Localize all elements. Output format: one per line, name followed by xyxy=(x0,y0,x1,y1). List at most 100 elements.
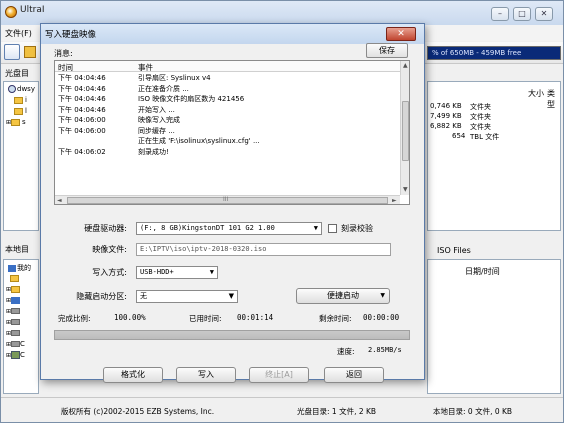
folder-icon xyxy=(14,96,23,104)
image-file-field[interactable]: E:\IPTV\iso\iptv-2018-0320.iso xyxy=(136,243,391,256)
cd-directory-tree[interactable]: dwsy i l ⊞ s xyxy=(3,81,39,231)
scroll-up-icon[interactable]: ▲ xyxy=(403,62,408,69)
local-directory-status: 本地目录: 0 文件, 0 KB xyxy=(433,407,513,416)
column-header-event[interactable]: 事件 xyxy=(138,62,153,73)
local-directory-tree[interactable]: 我的 ⊞ ⊞ ⊞ ⊞ ⊞ ⊞ C ⊞ C xyxy=(3,259,39,394)
scroll-left-icon[interactable]: ◄ xyxy=(57,197,62,204)
tree-node[interactable]: ⊞ xyxy=(6,329,21,337)
chevron-down-icon: ▼ xyxy=(313,224,318,232)
tree-node[interactable]: l xyxy=(14,107,27,115)
drive-icon xyxy=(11,330,21,336)
column-header-time[interactable]: 时间 xyxy=(58,62,73,73)
log-row[interactable]: 下午 04:06:00 映像写入完成 xyxy=(55,115,400,126)
desktop-icon xyxy=(11,296,21,304)
speed-value: 2.85MB/s xyxy=(368,346,402,354)
tree-node[interactable]: ⊞ xyxy=(6,307,21,315)
progress-bar xyxy=(54,330,410,340)
menu-file[interactable]: 文件(F) xyxy=(5,28,32,39)
log-row[interactable]: 下午 04:06:00 同步缓存 ... xyxy=(55,126,400,137)
tree-node[interactable]: ⊞ xyxy=(6,318,21,326)
close-icon: ✕ xyxy=(397,29,405,39)
maximize-icon[interactable]: □ xyxy=(513,7,531,21)
tree-node[interactable]: ⊞ C xyxy=(6,351,25,359)
dialog-close-button[interactable]: ✕ xyxy=(386,27,416,41)
log-row[interactable]: 下午 04:04:46 开始写入 ... xyxy=(55,105,400,116)
log-rows: 下午 04:04:46 引导扇区: Syslinux v4 下午 04:04:46… xyxy=(55,73,400,157)
write-button[interactable]: 写入 xyxy=(176,367,236,383)
quick-boot-button[interactable]: 便捷启动 ▼ xyxy=(296,288,390,304)
local-directory-label: 本地目 xyxy=(5,245,29,254)
scroll-thumb[interactable]: III xyxy=(67,196,388,204)
log-row[interactable]: 下午 04:04:46 引导扇区: Syslinux v4 xyxy=(55,73,400,84)
cd-disc-icon xyxy=(8,85,16,93)
drive-icon xyxy=(11,319,21,325)
folder-icon xyxy=(10,274,19,282)
capacity-bar: % of 650MB - 459MB free xyxy=(427,46,561,60)
folder-icon xyxy=(11,118,21,126)
remaining-label: 剩余时间: xyxy=(319,314,352,323)
completion-label: 完成比例: xyxy=(58,314,91,323)
tree-node[interactable] xyxy=(10,274,21,282)
dialog-titlebar[interactable]: 写入硬盘映像 ✕ xyxy=(41,24,424,44)
hidden-partition-select[interactable]: 无 ▼ xyxy=(136,290,238,303)
image-file-label: 映像文件: xyxy=(92,245,127,254)
chevron-down-icon: ▼ xyxy=(380,292,385,299)
log-row[interactable]: 下午 04:04:46 正在准备介质 ... xyxy=(55,84,400,95)
message-log[interactable]: 时间 事件 下午 04:04:46 引导扇区: Syslinux v4 下午 04… xyxy=(54,60,410,205)
elapsed-label: 已用时间: xyxy=(189,314,222,323)
ultraiso-logo-icon xyxy=(5,6,17,18)
log-horizontal-scrollbar[interactable]: ◄ III ► xyxy=(55,195,400,204)
drive-icon xyxy=(11,308,21,314)
scroll-down-icon[interactable]: ▼ xyxy=(403,186,408,193)
network-drive-icon xyxy=(11,351,21,359)
verify-checkbox[interactable] xyxy=(328,224,337,233)
cd-file-list[interactable]: 大小 类型 0,746 KB 文件夹 7,499 KB 文件夹 6,882 KB 文件… xyxy=(427,81,561,231)
main-window-title: UltraI xyxy=(20,5,45,15)
drive-icon xyxy=(11,341,21,347)
new-file-icon[interactable] xyxy=(4,44,20,60)
stop-button[interactable]: 终止[A] xyxy=(249,367,309,383)
minimize-icon[interactable]: – xyxy=(491,7,509,21)
write-mode-select[interactable]: USB-HDD+ ▼ xyxy=(136,266,218,279)
log-vertical-scrollbar[interactable]: ▲ ▼ xyxy=(400,61,409,195)
cd-directory-label: 光盘目 xyxy=(5,69,29,78)
completion-value: 100.00% xyxy=(114,313,146,322)
log-row[interactable]: 正在生成 'F:\isolinux\syslinux.cfg' ... xyxy=(55,136,400,147)
computer-icon xyxy=(8,264,16,272)
log-header: 时间 事件 xyxy=(55,61,400,72)
local-file-list[interactable]: 日期/时间 xyxy=(427,259,561,394)
column-header-size[interactable]: 大小 xyxy=(528,88,544,99)
main-titlebar: UltraI – □ ✕ xyxy=(1,1,563,25)
format-button[interactable]: 格式化 xyxy=(103,367,163,383)
tree-node[interactable]: ⊞ xyxy=(6,285,22,293)
cd-directory-status: 光盘目录: 1 文件, 2 KB xyxy=(297,407,377,416)
progress-fill xyxy=(55,331,409,339)
open-folder-icon[interactable] xyxy=(24,46,36,58)
chevron-down-icon: ▼ xyxy=(209,268,214,276)
iso-files-label: ISO Files xyxy=(437,246,471,255)
write-disk-image-dialog: 写入硬盘映像 ✕ 消息: 保存 时间 事件 下午 04:04:46 引导扇区: S… xyxy=(40,23,425,383)
save-button[interactable]: 保存 xyxy=(366,43,408,58)
elapsed-value: 00:01:14 xyxy=(237,313,274,322)
tree-node[interactable]: ⊞ xyxy=(6,296,21,304)
column-header-date[interactable]: 日期/时间 xyxy=(465,266,500,277)
tree-node[interactable]: ⊞ C xyxy=(6,340,25,348)
tree-node[interactable]: ⊞ s xyxy=(6,118,26,126)
tree-node-root[interactable]: dwsy xyxy=(8,85,35,93)
chevron-down-icon: ▼ xyxy=(228,292,234,300)
column-header-type[interactable]: 类型 xyxy=(547,88,560,110)
copyright-text: 版权所有 (c)2002-2015 EZB Systems, Inc. xyxy=(61,407,215,416)
back-button[interactable]: 返回 xyxy=(324,367,384,383)
remaining-value: 00:00:00 xyxy=(363,313,400,322)
tree-node-computer[interactable]: 我的 xyxy=(8,263,31,273)
verify-label: 刻录校验 xyxy=(341,224,373,233)
status-bar: 版权所有 (c)2002-2015 EZB Systems, Inc. 光盘目录… xyxy=(1,397,563,422)
scroll-right-icon[interactable]: ► xyxy=(392,197,397,204)
scroll-thumb[interactable] xyxy=(402,101,409,161)
tree-node[interactable]: i xyxy=(14,96,27,104)
close-icon[interactable]: ✕ xyxy=(535,7,553,21)
log-row[interactable]: 下午 04:04:46 ISO 映像文件的扇区数为 421456 xyxy=(55,94,400,105)
write-mode-label: 写入方式: xyxy=(92,268,127,277)
log-row[interactable]: 下午 04:06:02 刻录成功! xyxy=(55,147,400,158)
drive-select[interactable]: (F:, 8 GB)KingstonDT 101 G2 1.00 ▼ xyxy=(136,222,322,235)
